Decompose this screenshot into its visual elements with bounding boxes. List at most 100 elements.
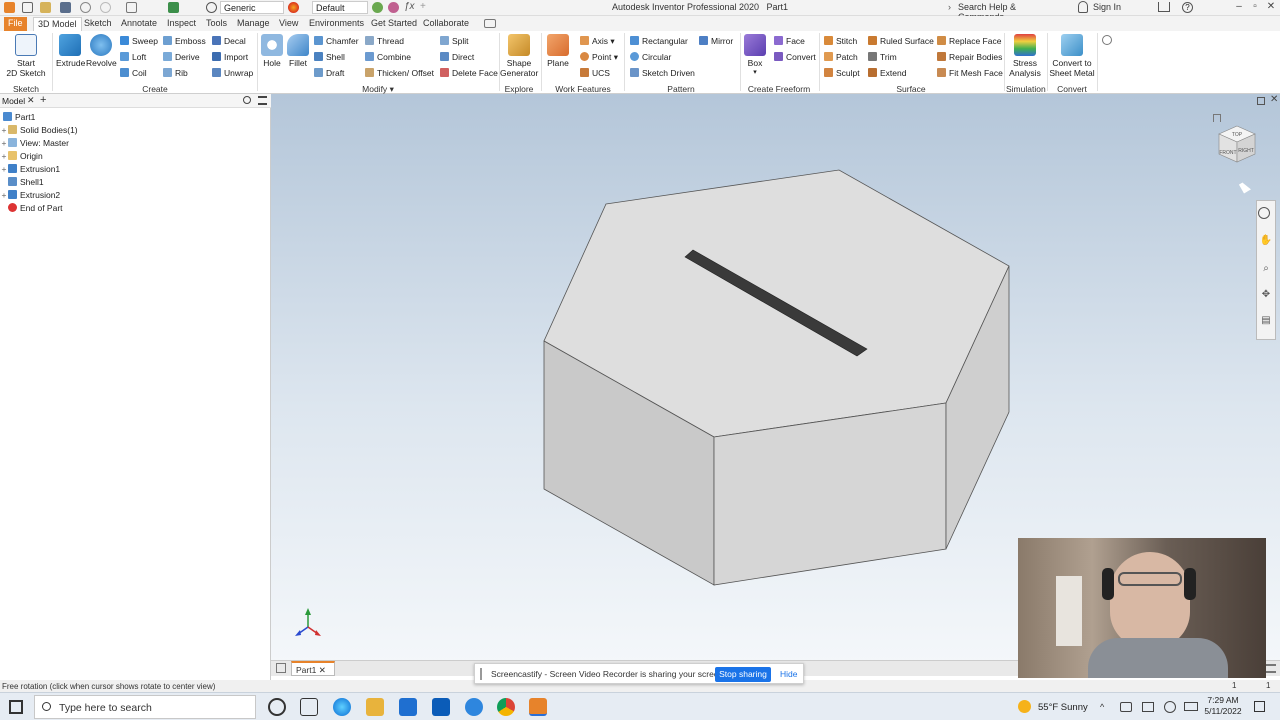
windows-start-icon[interactable] [9, 700, 23, 714]
draft-button[interactable]: Draft [314, 68, 344, 78]
ribbon-options-icon[interactable] [1102, 35, 1112, 45]
replace-face-button[interactable]: Replace Face [937, 36, 1001, 46]
coil-button[interactable]: Coil [120, 68, 147, 78]
mirror-button[interactable]: Mirror [699, 36, 733, 46]
tree-item-view-master[interactable]: + View: Master [0, 137, 69, 150]
network-icon[interactable] [1142, 702, 1154, 712]
loft-button[interactable]: Loft [120, 52, 146, 62]
start-2d-sketch-button[interactable]: Start 2D Sketch [6, 34, 46, 78]
expand-icon[interactable]: + [0, 189, 8, 202]
chrome-icon[interactable] [497, 698, 515, 716]
tab-tools[interactable]: Tools [202, 17, 231, 31]
appearance-dropdown[interactable]: Default [312, 1, 368, 14]
extend-button[interactable]: Extend [868, 68, 906, 78]
ruled-surface-button[interactable]: Ruled Surface [868, 36, 934, 46]
tab-collaborate[interactable]: Collaborate [419, 17, 473, 31]
home-view-icon[interactable] [1213, 114, 1221, 122]
close-window-button[interactable]: ✕ [1264, 1, 1278, 14]
sweep-button[interactable]: Sweep [120, 36, 158, 46]
sculpt-button[interactable]: Sculpt [824, 68, 860, 78]
menu-icon[interactable] [258, 96, 267, 105]
parameters-icon[interactable]: ƒx [404, 1, 415, 12]
freeform-convert-button[interactable]: Convert [774, 52, 816, 62]
pan-icon[interactable]: ✋ [1258, 235, 1274, 251]
expand-icon[interactable]: + [0, 137, 8, 150]
drag-handle-icon[interactable] [480, 668, 482, 680]
tab-get-started[interactable]: Get Started [367, 17, 421, 31]
expand-icon[interactable]: + [0, 150, 8, 163]
tab-environments[interactable]: Environments [305, 17, 368, 31]
volume-icon[interactable] [1164, 701, 1176, 713]
sign-in-link[interactable]: Sign In [1093, 2, 1121, 12]
extrude-button[interactable]: Extrude [56, 34, 85, 68]
close-tab-icon[interactable]: ✕ [319, 665, 326, 675]
tab-model[interactable]: Model [2, 96, 25, 106]
undo-icon[interactable] [80, 2, 91, 13]
expand-icon[interactable]: + [0, 124, 8, 137]
plane-button[interactable]: Plane [544, 34, 572, 68]
repair-bodies-button[interactable]: Repair Bodies [937, 52, 1002, 62]
document-tab-part1[interactable]: Part1 ✕ [291, 661, 335, 676]
viewcube[interactable]: TOP FRONT RIGHT [1215, 122, 1259, 166]
material-dropdown[interactable]: Generic [220, 1, 284, 14]
search-icon[interactable] [243, 96, 251, 104]
emboss-button[interactable]: Emboss [163, 36, 206, 46]
notifications-icon[interactable] [1254, 701, 1265, 712]
task-view-icon[interactable] [300, 698, 318, 716]
maps-icon[interactable] [465, 698, 483, 716]
circular-pattern-button[interactable]: Circular [630, 52, 671, 62]
tree-item-end-of-part[interactable]: End of Part [0, 202, 63, 215]
edge-icon[interactable] [333, 698, 351, 716]
shell-button[interactable]: Shell [314, 52, 345, 62]
close-browser-icon[interactable]: ✕ [27, 95, 35, 106]
close-view-icon[interactable]: ✕ [1270, 94, 1278, 105]
delete-face-button[interactable]: Delete Face [440, 68, 498, 78]
thicken-offset-button[interactable]: Thicken/ Offset [365, 68, 434, 78]
help-icon[interactable]: ? [1182, 2, 1193, 13]
hide-button[interactable]: Hide [780, 669, 797, 679]
chamfer-button[interactable]: Chamfer [314, 36, 359, 46]
trim-button[interactable]: Trim [868, 52, 897, 62]
import-button[interactable]: Import [212, 52, 248, 62]
home-tab-icon[interactable] [276, 663, 286, 673]
decal-button[interactable]: Decal [212, 36, 246, 46]
orbit-icon[interactable]: ✥ [1258, 289, 1274, 305]
select-icon[interactable] [168, 2, 179, 13]
zoom-icon[interactable]: ⌕ [1258, 263, 1274, 279]
cortana-icon[interactable] [268, 698, 286, 716]
fit-mesh-face-button[interactable]: Fit Mesh Face [937, 68, 1003, 78]
open-file-icon[interactable] [40, 2, 51, 13]
tray-chevron-icon[interactable]: ^ [1100, 702, 1104, 712]
cart-icon[interactable] [1158, 2, 1170, 12]
tab-menu-icon[interactable] [1266, 664, 1276, 673]
combine-button[interactable]: Combine [365, 52, 411, 62]
convert-to-sheet-metal-button[interactable]: Convert to Sheet Metal [1049, 34, 1095, 78]
tree-item-part1[interactable]: Part1 [0, 111, 35, 124]
tab-inspect[interactable]: Inspect [163, 17, 200, 31]
derive-button[interactable]: Derive [163, 52, 200, 62]
weather-text[interactable]: 55°F Sunny [1038, 702, 1088, 713]
store-icon[interactable] [399, 698, 417, 716]
taskbar-search-input[interactable]: Type here to search [34, 695, 256, 719]
look-at-icon[interactable]: ▤ [1258, 315, 1274, 331]
fillet-button[interactable]: Fillet [286, 34, 310, 68]
tab-manage[interactable]: Manage [233, 17, 274, 31]
stitch-button[interactable]: Stitch [824, 36, 857, 46]
tab-sketch[interactable]: Sketch [80, 17, 116, 31]
plus-icon[interactable]: + [420, 1, 426, 12]
clear-icon[interactable] [388, 2, 399, 13]
tree-item-origin[interactable]: + Origin [0, 150, 43, 163]
ucs-button[interactable]: UCS [580, 68, 610, 78]
stress-analysis-button[interactable]: Stress Analysis [1006, 34, 1044, 78]
axis-button[interactable]: Axis ▾ [580, 36, 615, 47]
steering-wheel-icon[interactable] [1258, 207, 1270, 219]
tab-annotate[interactable]: Annotate [117, 17, 161, 31]
hole-button[interactable]: Hole [260, 34, 284, 68]
add-panel-icon[interactable]: + [40, 94, 46, 106]
sketch-driven-pattern-button[interactable]: Sketch Driven [630, 68, 695, 78]
rectangular-pattern-button[interactable]: Rectangular [630, 36, 688, 46]
help-search-input[interactable]: Search Help & Commands... [952, 1, 1076, 22]
keyboard-icon[interactable] [1184, 702, 1198, 711]
tab-options-icon[interactable] [484, 19, 496, 28]
redo-icon[interactable] [100, 2, 111, 13]
